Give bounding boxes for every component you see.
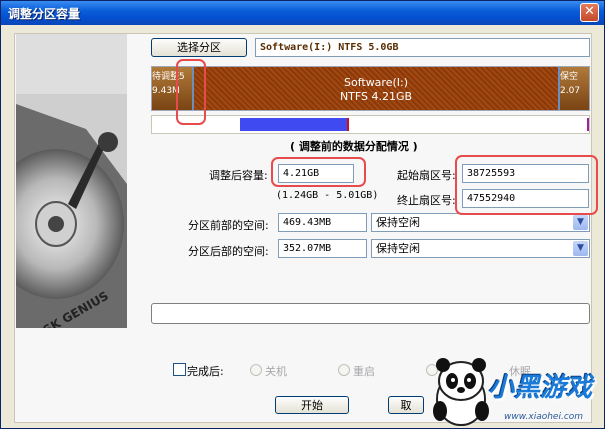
watermark: 小黑游戏 www.xiaohei.com bbox=[430, 353, 605, 429]
restart-label: 重启 bbox=[353, 365, 375, 378]
data-allocation-bar bbox=[151, 115, 590, 134]
partition-info-field: Software(I:) NTFS 5.0GB bbox=[255, 38, 590, 57]
end-sector-label: 终止扇区号: bbox=[397, 194, 456, 207]
partition-block[interactable]: Software(I:) NTFS 4.21GB bbox=[192, 67, 560, 110]
after-space-label: 分区后部的空间: bbox=[188, 245, 269, 258]
finish-checkbox[interactable] bbox=[173, 363, 186, 376]
select-partition-button[interactable]: 选择分区 bbox=[151, 38, 247, 57]
disk-genius-artwork: DISK GENIUS bbox=[16, 34, 127, 328]
free-space-after-block[interactable]: 保空 2.07 bbox=[560, 67, 589, 110]
finish-label: 完成后: bbox=[187, 365, 224, 378]
before-space-select[interactable]: 保持空闲 ▼ bbox=[371, 213, 590, 232]
start-button[interactable]: 开始 bbox=[275, 396, 349, 414]
data-allocation-end bbox=[587, 118, 589, 131]
before-space-input[interactable]: 469.43MB bbox=[278, 213, 367, 232]
shutdown-radio[interactable] bbox=[250, 364, 262, 376]
restart-radio[interactable] bbox=[338, 364, 350, 376]
close-button[interactable]: ✕ bbox=[580, 3, 599, 22]
right-block-label-2: 2.07 bbox=[560, 86, 581, 96]
allocation-heading: ( 调整前的数据分配情况 ) bbox=[290, 140, 418, 153]
progress-bar bbox=[151, 303, 590, 324]
disk-map[interactable]: 待调整5 9.43M Software(I:) NTFS 4.21GB 保空 2… bbox=[151, 66, 590, 111]
chevron-down-icon[interactable]: ▼ bbox=[573, 241, 588, 256]
new-size-label: 调整后容量: bbox=[209, 169, 268, 182]
cancel-button[interactable]: 取 bbox=[388, 396, 424, 414]
shutdown-label: 关机 bbox=[265, 365, 287, 378]
watermark-url: www.xiaohei.com bbox=[504, 412, 584, 422]
highlight-box-size bbox=[271, 157, 366, 187]
panda-icon bbox=[433, 358, 489, 426]
before-space-option: 保持空闲 bbox=[376, 216, 420, 229]
data-allocation-used bbox=[240, 118, 348, 131]
after-space-select[interactable]: 保持空闲 ▼ bbox=[371, 239, 590, 258]
highlight-box-sectors bbox=[455, 155, 598, 215]
data-allocation-marker bbox=[347, 118, 349, 131]
after-space-option: 保持空闲 bbox=[376, 242, 420, 255]
partition-block-name: Software(I:) bbox=[343, 76, 409, 89]
right-block-label-1: 保空 bbox=[560, 72, 579, 82]
after-space-input[interactable]: 352.07MB bbox=[278, 239, 367, 258]
partition-block-size: NTFS 4.21GB bbox=[339, 90, 413, 103]
watermark-brand: 小黑游戏 bbox=[488, 373, 593, 403]
window-title: 调整分区容量 bbox=[8, 7, 81, 21]
chevron-down-icon[interactable]: ▼ bbox=[573, 215, 588, 230]
hard-disk-icon: DISK GENIUS bbox=[16, 34, 127, 328]
start-sector-label: 起始扇区号: bbox=[397, 169, 456, 182]
before-space-label: 分区前部的空间: bbox=[188, 219, 269, 232]
size-range-text: (1.24GB - 5.01GB) bbox=[276, 190, 379, 201]
highlight-box-divider bbox=[176, 59, 206, 125]
close-icon: ✕ bbox=[584, 4, 595, 19]
title-bar[interactable]: 调整分区容量 ✕ bbox=[1, 1, 604, 25]
